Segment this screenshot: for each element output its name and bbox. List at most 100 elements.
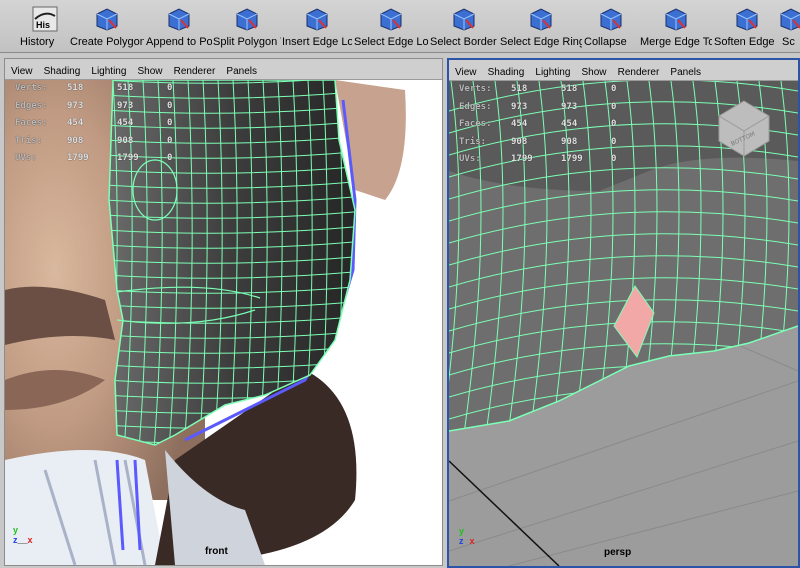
split-polygon-button[interactable]: Split Polygon Tool bbox=[213, 2, 281, 50]
stat-b: 1799 bbox=[561, 154, 583, 164]
menu-renderer[interactable]: Renderer bbox=[174, 66, 216, 77]
stat-a: 454 bbox=[67, 118, 84, 128]
stat-a: 1799 bbox=[511, 154, 533, 164]
axis-z-label: z bbox=[459, 536, 464, 546]
stat-b: 518 bbox=[561, 84, 578, 94]
camera-label-front: front bbox=[205, 546, 228, 557]
stat-b: 1799 bbox=[117, 153, 139, 163]
stat-label: Faces: bbox=[15, 118, 48, 128]
stat-row: Edges: 973 973 0 bbox=[15, 98, 217, 116]
stat-a: 973 bbox=[67, 100, 84, 111]
menu-show[interactable]: Show bbox=[138, 66, 163, 77]
persp-viewport[interactable]: BOTTOM Verts: 518 518 0 Edges: 973 973 0 Faces: 4… bbox=[449, 81, 798, 566]
split-polygon-icon bbox=[234, 6, 260, 32]
menu-panels[interactable]: Panels bbox=[226, 66, 257, 77]
history-icon: His bbox=[32, 6, 58, 32]
shelf-label: Select Edge Ring bbox=[500, 36, 582, 48]
stat-label: Tris: bbox=[459, 136, 487, 147]
soften-edge-button[interactable]: Soften Edge bbox=[714, 2, 780, 50]
stat-c: 0 bbox=[611, 154, 617, 164]
scale-button[interactable]: Sc bbox=[780, 2, 800, 50]
merge-edge-icon bbox=[663, 6, 689, 32]
menu-view[interactable]: View bbox=[455, 67, 477, 78]
create-polygon-icon bbox=[94, 6, 120, 32]
stat-a: 518 bbox=[511, 84, 528, 94]
menu-shading[interactable]: Shading bbox=[44, 66, 81, 77]
select-edge-loop-button[interactable]: Select Edge Loop bbox=[354, 2, 428, 50]
stat-a: 518 bbox=[67, 83, 84, 93]
collapse-button[interactable]: Collapse bbox=[584, 2, 638, 50]
history-button[interactable]: His History bbox=[20, 2, 70, 50]
stat-label: Verts: bbox=[15, 83, 48, 93]
stat-row: Verts: 518 518 0 bbox=[15, 80, 217, 98]
shelf-label: Select Edge Loop bbox=[354, 36, 428, 48]
shelf-label: Create Polygon Tool bbox=[70, 36, 144, 48]
stat-b: 973 bbox=[117, 100, 134, 111]
soften-edge-icon bbox=[734, 6, 760, 32]
shelf-label: Merge Edge Tool bbox=[640, 36, 712, 48]
menu-renderer[interactable]: Renderer bbox=[618, 67, 660, 78]
insert-edge-loop-icon bbox=[304, 6, 330, 32]
stat-a: 973 bbox=[511, 101, 528, 112]
select-edge-loop-icon bbox=[378, 6, 404, 32]
append-polygon-icon bbox=[166, 6, 192, 32]
shelf-label: History bbox=[20, 36, 55, 48]
shelf-label: Split Polygon Tool bbox=[213, 36, 281, 48]
shelf-label: Select Border Edge bbox=[430, 36, 498, 48]
select-edge-ring-button[interactable]: Select Edge Ring bbox=[500, 2, 582, 50]
stat-b: 908 bbox=[117, 135, 134, 146]
stat-label: UVs: bbox=[459, 154, 481, 164]
stat-a: 1799 bbox=[67, 153, 89, 163]
front-viewport[interactable]: Verts: 518 518 0 Edges: 973 973 0 Faces: 454 454 0 T… bbox=[5, 80, 442, 565]
stat-b: 518 bbox=[117, 83, 134, 93]
axis-y-label: y bbox=[459, 526, 465, 536]
stat-b: 454 bbox=[561, 119, 578, 129]
menu-show[interactable]: Show bbox=[582, 67, 607, 78]
shelf-label: Insert Edge Loop Tool bbox=[282, 36, 352, 48]
append-polygon-button[interactable]: Append to Polygon Tool bbox=[146, 2, 212, 50]
front-view-panel[interactable]: View Shading Lighting Show Renderer Pane… bbox=[4, 58, 443, 566]
stat-a: 454 bbox=[511, 119, 528, 129]
menu-shading[interactable]: Shading bbox=[488, 67, 525, 78]
shelf-label: Sc bbox=[782, 36, 795, 48]
stat-row: Edges: 973 973 0 bbox=[459, 99, 661, 117]
stat-b: 973 bbox=[561, 101, 578, 112]
stat-row: Faces: 454 454 0 bbox=[459, 116, 661, 134]
axis-x-label: x bbox=[27, 535, 33, 545]
stat-label: Edges: bbox=[15, 100, 48, 111]
stat-c: 0 bbox=[167, 135, 173, 146]
select-border-edge-button[interactable]: Select Border Edge bbox=[430, 2, 498, 50]
stat-row: Verts: 518 518 0 bbox=[459, 81, 661, 99]
select-edge-ring-icon bbox=[528, 6, 554, 32]
stat-a: 908 bbox=[511, 136, 528, 147]
stat-a: 908 bbox=[67, 135, 84, 146]
stat-c: 0 bbox=[611, 84, 617, 94]
menu-panels[interactable]: Panels bbox=[670, 67, 701, 78]
stat-b: 454 bbox=[117, 118, 134, 128]
select-border-edge-icon bbox=[451, 6, 477, 32]
merge-edge-button[interactable]: Merge Edge Tool bbox=[640, 2, 712, 50]
axis-y-label: y bbox=[13, 525, 19, 535]
stat-c: 0 bbox=[611, 136, 617, 147]
persp-view-panel[interactable]: View Shading Lighting Show Renderer Pane… bbox=[447, 58, 800, 568]
stat-row: UVs: 1799 1799 0 bbox=[15, 150, 217, 168]
stat-c: 0 bbox=[167, 100, 173, 111]
stat-label: Verts: bbox=[459, 84, 492, 94]
shelf-label: Append to Polygon Tool bbox=[146, 36, 212, 48]
front-panel-menubar: View Shading Lighting Show Renderer Pane… bbox=[5, 59, 442, 80]
stat-row: Tris: 908 908 0 bbox=[15, 133, 217, 151]
stat-label: Edges: bbox=[459, 101, 492, 112]
stat-c: 0 bbox=[611, 101, 617, 112]
axis-x-label: x bbox=[469, 536, 475, 546]
menu-view[interactable]: View bbox=[11, 66, 33, 77]
menu-lighting[interactable]: Lighting bbox=[535, 67, 570, 78]
stat-row: Tris: 908 908 0 bbox=[459, 134, 661, 152]
stat-row: UVs: 1799 1799 0 bbox=[459, 151, 661, 169]
poly-count-heads-up-display: Verts: 518 518 0 Edges: 973 973 0 Faces: 454 454 0 T… bbox=[15, 80, 217, 168]
insert-edge-loop-button[interactable]: Insert Edge Loop Tool bbox=[282, 2, 352, 50]
menu-lighting[interactable]: Lighting bbox=[91, 66, 126, 77]
create-polygon-button[interactable]: Create Polygon Tool bbox=[70, 2, 144, 50]
stat-c: 0 bbox=[167, 118, 173, 128]
stat-c: 0 bbox=[611, 119, 617, 129]
polygon-shelf: His History Create Polygon ToolAppend to P… bbox=[0, 0, 800, 53]
